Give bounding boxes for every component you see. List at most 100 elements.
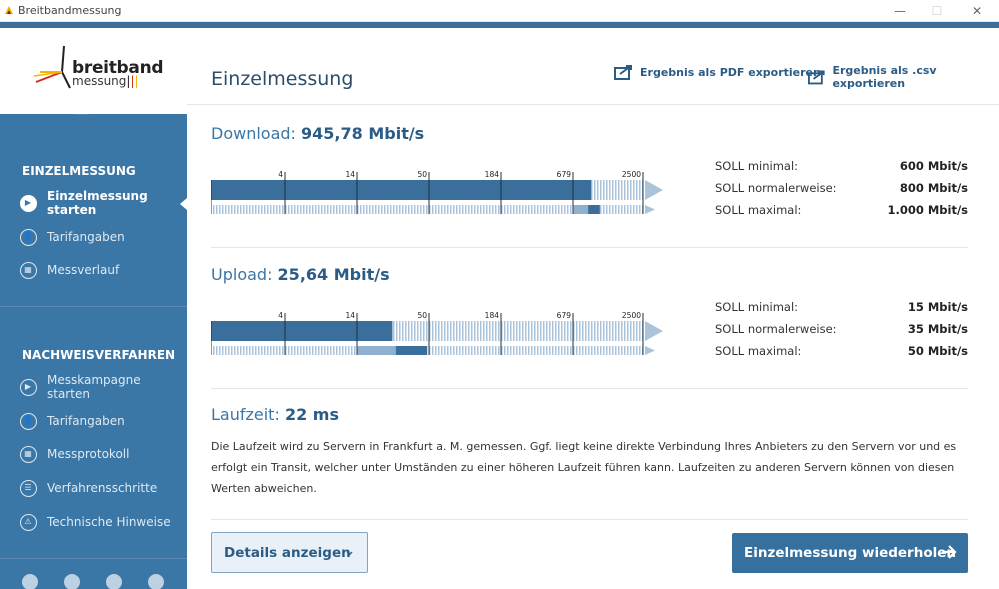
window-titlebar: Breitbandmessung — ☐ ✕ bbox=[0, 0, 999, 22]
info-icon[interactable] bbox=[106, 574, 122, 589]
sidebar-item-tarifangaben-2[interactable]: 👤 Tarifangaben bbox=[20, 410, 187, 432]
upload-stripe bbox=[474, 321, 476, 341]
upload-stripe bbox=[483, 321, 485, 341]
upload-stripe bbox=[339, 346, 341, 355]
laufzeit-description: Die Laufzeit wird zu Servern in Frankfur… bbox=[211, 440, 957, 495]
download-stripe bbox=[624, 180, 626, 200]
upload-stripe bbox=[621, 321, 623, 341]
upload-stripe bbox=[609, 321, 611, 341]
download-stripe bbox=[510, 205, 512, 214]
upload-stripe bbox=[558, 346, 560, 355]
upload-stripe bbox=[264, 346, 266, 355]
upload-stripe bbox=[534, 321, 536, 341]
sidebar-item-einzelmessung-starten[interactable]: ▶ Einzelmessung starten bbox=[20, 189, 187, 217]
download-stripe bbox=[522, 205, 524, 214]
maximize-button[interactable]: ☐ bbox=[922, 2, 952, 20]
upload-stripe bbox=[594, 346, 596, 355]
upload-stripe bbox=[618, 346, 620, 355]
download-stripe bbox=[603, 205, 605, 214]
export-pdf-button[interactable]: Ergebnis als PDF exportieren bbox=[614, 64, 821, 80]
upload-stripe bbox=[327, 346, 329, 355]
upload-stripe bbox=[576, 321, 578, 341]
sidebar-item-tarifangaben[interactable]: 👤 Tarifangaben bbox=[20, 226, 187, 248]
upload-stripe bbox=[462, 321, 464, 341]
export-csv-button[interactable]: Ergebnis als .csv exportieren bbox=[808, 64, 999, 90]
download-stripe bbox=[636, 205, 638, 214]
details-button[interactable]: Details anzeigen ⌄ bbox=[211, 532, 368, 573]
sidebar-item-label: Messkampagne starten bbox=[47, 373, 141, 401]
upload-end-arrow bbox=[645, 346, 655, 355]
download-title: Download: 945,78 Mbit/s bbox=[211, 124, 425, 143]
upload-stripe bbox=[318, 346, 320, 355]
upload-stripe bbox=[552, 321, 554, 341]
sidebar-item-technische-hinweise[interactable]: ⚠ Technische Hinweise bbox=[20, 511, 187, 533]
sidebar-item-verfahrensschritte[interactable]: ☰ Verfahrensschritte bbox=[20, 477, 187, 499]
upload-stripe bbox=[564, 346, 566, 355]
download-tick-label: 2500 bbox=[622, 170, 641, 179]
upload-stripe bbox=[225, 346, 227, 355]
upload-stripe bbox=[393, 321, 395, 341]
gear-icon[interactable] bbox=[148, 574, 164, 589]
upload-stripe bbox=[396, 321, 398, 341]
upload-stripe bbox=[549, 346, 551, 355]
upload-stripe bbox=[417, 321, 419, 341]
download-stripe bbox=[399, 205, 401, 214]
download-stripe bbox=[468, 205, 470, 214]
download-soll-normal bbox=[588, 205, 600, 214]
upload-stripe bbox=[213, 346, 215, 355]
upload-stripe bbox=[495, 321, 497, 341]
close-button[interactable]: ✕ bbox=[962, 2, 992, 20]
download-stripe bbox=[354, 205, 356, 214]
download-stripe bbox=[372, 205, 374, 214]
upload-stripe bbox=[603, 346, 605, 355]
upload-stripe bbox=[639, 321, 641, 341]
upload-stripe bbox=[540, 346, 542, 355]
upload-stripe bbox=[627, 321, 629, 341]
upload-stripe bbox=[606, 321, 608, 341]
download-stripe bbox=[303, 205, 305, 214]
upload-stripe bbox=[480, 321, 482, 341]
sidebar-item-label: Einzelmessung starten bbox=[47, 189, 148, 217]
upload-stripe bbox=[438, 346, 440, 355]
download-tick-label: 184 bbox=[485, 170, 500, 179]
upload-stripe bbox=[291, 346, 293, 355]
upload-stripe bbox=[468, 346, 470, 355]
upload-stripe bbox=[498, 346, 500, 355]
sidebar-item-messverlauf[interactable]: ▦ Messverlauf bbox=[20, 259, 187, 281]
download-stripe bbox=[555, 205, 557, 214]
minimize-button[interactable]: — bbox=[885, 2, 915, 20]
repeat-measurement-button[interactable]: Einzelmessung wiederholen bbox=[732, 533, 968, 573]
upload-stripe bbox=[597, 321, 599, 341]
warning-icon: ⚠ bbox=[20, 513, 37, 531]
upload-stripe bbox=[510, 321, 512, 341]
upload-stripe bbox=[636, 346, 638, 355]
download-stripe bbox=[363, 205, 365, 214]
download-soll-max: SOLL maximal: 1.000 Mbit/s bbox=[715, 203, 968, 217]
calendar-icon: ▦ bbox=[20, 261, 37, 279]
download-tick-label: 14 bbox=[345, 170, 355, 179]
download-stripe bbox=[318, 205, 320, 214]
details-button-label: Details anzeigen bbox=[224, 544, 351, 561]
download-stripe bbox=[393, 205, 395, 214]
download-stripe bbox=[381, 205, 383, 214]
download-stripe bbox=[240, 205, 242, 214]
sidebar-item-messprotokoll[interactable]: ▦ Messprotokoll bbox=[20, 443, 187, 465]
upload-stripe bbox=[624, 346, 626, 355]
upload-stripe bbox=[528, 346, 530, 355]
download-stripe bbox=[246, 205, 248, 214]
home-icon[interactable] bbox=[22, 574, 38, 589]
upload-stripe bbox=[423, 321, 425, 341]
upload-stripe bbox=[294, 346, 296, 355]
upload-stripe bbox=[600, 321, 602, 341]
download-stripe bbox=[441, 205, 443, 214]
download-measured-bar bbox=[211, 180, 592, 200]
upload-stripe bbox=[627, 346, 629, 355]
upload-stripe bbox=[441, 346, 443, 355]
chat-icon[interactable] bbox=[64, 574, 80, 589]
download-stripe bbox=[546, 205, 548, 214]
download-stripe bbox=[498, 205, 500, 214]
download-stripe bbox=[231, 205, 233, 214]
sidebar-item-messkampagne-starten[interactable]: ▶ Messkampagne starten bbox=[20, 373, 187, 401]
user-icon: 👤 bbox=[20, 228, 37, 246]
download-stripe bbox=[435, 205, 437, 214]
